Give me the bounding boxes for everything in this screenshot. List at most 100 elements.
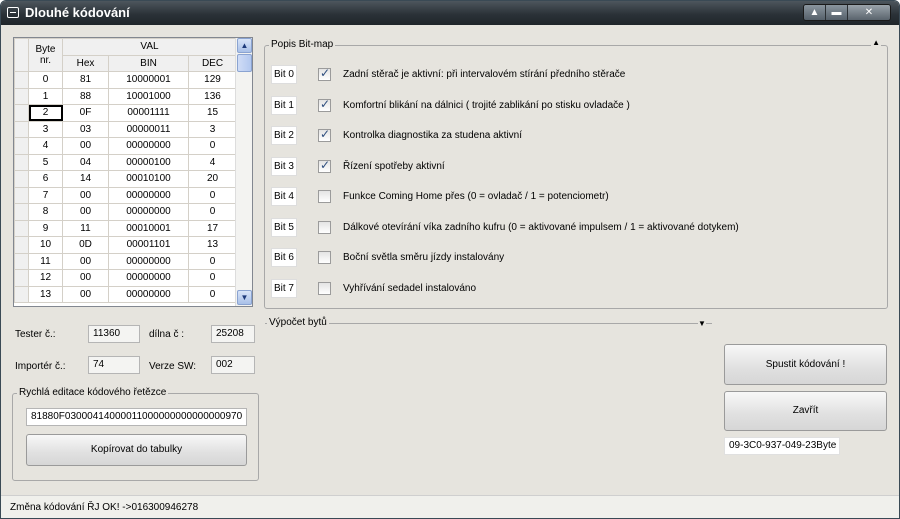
scroll-up-icon[interactable]: ▲: [237, 38, 252, 53]
dec-cell[interactable]: 4: [188, 153, 237, 171]
table-row[interactable]: 9 11 00010001 17: [14, 219, 237, 237]
bin-cell[interactable]: 00000000: [108, 269, 189, 287]
table-row[interactable]: 5 04 00000100 4: [14, 153, 237, 171]
hex-cell[interactable]: 14: [62, 170, 109, 188]
byte-nr-cell[interactable]: 1: [28, 87, 63, 105]
close-window-button[interactable]: ✕: [848, 5, 890, 20]
window-menu-icon[interactable]: [7, 7, 19, 18]
hex-cell[interactable]: 0F: [62, 104, 109, 122]
table-row[interactable]: 6 14 00010100 20: [14, 170, 237, 188]
hex-cell[interactable]: 0D: [62, 236, 109, 254]
bin-cell[interactable]: 00010001: [108, 219, 189, 237]
bin-cell[interactable]: 10000001: [108, 71, 189, 89]
minimize-button[interactable]: ▬: [826, 5, 848, 20]
vypocet-expand-icon[interactable]: ▼: [698, 319, 706, 328]
table-row[interactable]: 10 0D 00001101 13: [14, 236, 237, 254]
bin-cell[interactable]: 00001101: [108, 236, 189, 254]
byte-nr-cell[interactable]: 7: [28, 186, 63, 204]
restore-button[interactable]: ▲: [804, 5, 826, 20]
bit-checkbox[interactable]: [318, 251, 331, 264]
table-row[interactable]: 13 00 00000000 0: [14, 285, 237, 303]
hex-cell[interactable]: 00: [62, 285, 109, 303]
byte-nr-cell[interactable]: 8: [28, 203, 63, 221]
column-header-dec[interactable]: DEC: [188, 54, 237, 72]
byte-nr-cell[interactable]: 12: [28, 269, 63, 287]
scroll-thumb[interactable]: [237, 54, 252, 72]
bin-cell[interactable]: 00000000: [108, 252, 189, 270]
column-header-byte[interactable]: Byte nr.: [28, 38, 63, 72]
bit-checkbox[interactable]: [318, 97, 331, 112]
bit-checkbox[interactable]: [318, 220, 331, 234]
table-row[interactable]: 1 88 10001000 136: [14, 87, 237, 105]
byte-nr-cell[interactable]: 0: [28, 71, 63, 89]
table-row[interactable]: 0 81 10000001 129: [14, 71, 237, 89]
tester-field[interactable]: 11360: [88, 325, 140, 343]
collapse-icon[interactable]: ▲: [871, 38, 881, 47]
table-row[interactable]: 8 00 00000000 0: [14, 203, 237, 221]
hex-cell[interactable]: 81: [62, 71, 109, 89]
bin-cell[interactable]: 10001000: [108, 87, 189, 105]
hex-cell[interactable]: 00: [62, 186, 109, 204]
copy-to-table-button[interactable]: Kopírovat do tabulky: [26, 434, 247, 466]
dec-cell[interactable]: 0: [188, 252, 237, 270]
table-row[interactable]: 4 00 00000000 0: [14, 137, 237, 155]
hex-cell[interactable]: 00: [62, 269, 109, 287]
byte-nr-cell[interactable]: 11: [28, 252, 63, 270]
dec-cell[interactable]: 0: [188, 203, 237, 221]
bin-cell[interactable]: 00010100: [108, 170, 189, 188]
hex-cell[interactable]: 11: [62, 219, 109, 237]
bit-checkbox[interactable]: [318, 66, 331, 81]
byte-nr-cell[interactable]: 2: [28, 104, 63, 122]
byte-table[interactable]: Byte nr. VAL Hex BIN DEC 0 81 10000001 129 1…: [13, 37, 253, 307]
table-row[interactable]: 12 00 00000000 0: [14, 269, 237, 287]
dec-cell[interactable]: 0: [188, 269, 237, 287]
dec-cell[interactable]: 3: [188, 120, 237, 138]
dec-cell[interactable]: 136: [188, 87, 237, 105]
table-row[interactable]: 2 0F 00001111 15: [14, 104, 237, 122]
dec-cell[interactable]: 15: [188, 104, 237, 122]
dilna-field[interactable]: 25208: [211, 325, 255, 343]
start-coding-button[interactable]: Spustit kódování !: [724, 344, 887, 385]
bit-checkbox[interactable]: [318, 281, 331, 295]
close-button[interactable]: Zavřít: [724, 391, 887, 431]
bin-cell[interactable]: 00000000: [108, 285, 189, 303]
dec-cell[interactable]: 0: [188, 186, 237, 204]
bin-cell[interactable]: 00000000: [108, 186, 189, 204]
hex-cell[interactable]: 04: [62, 153, 109, 171]
bin-cell[interactable]: 00000000: [108, 203, 189, 221]
importer-field[interactable]: 74: [88, 356, 140, 374]
column-header-hex[interactable]: Hex: [62, 54, 109, 72]
bit-checkbox[interactable]: [318, 190, 331, 203]
hex-cell[interactable]: 88: [62, 87, 109, 105]
bit-checkbox[interactable]: [318, 158, 331, 173]
hex-cell[interactable]: 03: [62, 120, 109, 138]
bin-cell[interactable]: 00000000: [108, 137, 189, 155]
byte-nr-cell[interactable]: 5: [28, 153, 63, 171]
byte-nr-cell[interactable]: 4: [28, 137, 63, 155]
bin-cell[interactable]: 00000011: [108, 120, 189, 138]
table-row[interactable]: 3 03 00000011 3: [14, 120, 237, 138]
table-row[interactable]: 7 00 00000000 0: [14, 186, 237, 204]
byte-nr-cell[interactable]: 10: [28, 236, 63, 254]
hex-cell[interactable]: 00: [62, 252, 109, 270]
dec-cell[interactable]: 20: [188, 170, 237, 188]
dec-cell[interactable]: 0: [188, 285, 237, 303]
dec-cell[interactable]: 13: [188, 236, 237, 254]
byte-nr-cell[interactable]: 6: [28, 170, 63, 188]
bin-cell[interactable]: 00000100: [108, 153, 189, 171]
dec-cell[interactable]: 17: [188, 219, 237, 237]
table-row[interactable]: 11 00 00000000 0: [14, 252, 237, 270]
dec-cell[interactable]: 0: [188, 137, 237, 155]
hex-cell[interactable]: 00: [62, 203, 109, 221]
byte-nr-cell[interactable]: 9: [28, 219, 63, 237]
hex-cell[interactable]: 00: [62, 137, 109, 155]
table-scrollbar[interactable]: ▲ ▼: [235, 38, 252, 306]
bin-cell[interactable]: 00001111: [108, 104, 189, 122]
verze-field[interactable]: 002: [211, 356, 255, 374]
byte-nr-cell[interactable]: 13: [28, 285, 63, 303]
bit-checkbox[interactable]: [318, 127, 331, 142]
dec-cell[interactable]: 129: [188, 71, 237, 89]
column-header-bin[interactable]: BIN: [108, 54, 189, 72]
byte-nr-cell[interactable]: 3: [28, 120, 63, 138]
scroll-down-icon[interactable]: ▼: [237, 290, 252, 305]
